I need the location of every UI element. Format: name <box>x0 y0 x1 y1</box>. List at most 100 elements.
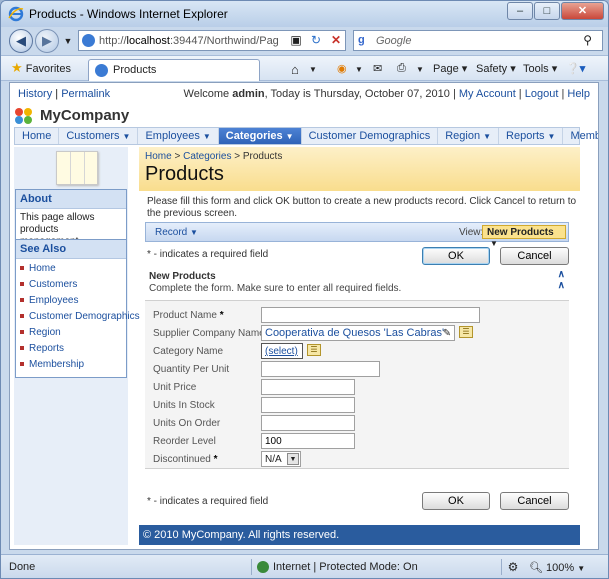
quantity-per-unit-input[interactable] <box>261 361 380 377</box>
home-dropdown-icon[interactable]: ▼ <box>309 65 317 74</box>
menu-item-categories[interactable]: Categories ▼ <box>218 128 302 144</box>
tools-menu[interactable]: Tools ▾ <box>523 62 557 75</box>
address-bar[interactable]: http://localhost:39447/Northwind/Pag <box>78 30 346 51</box>
see-also-link[interactable]: Reports <box>20 341 126 357</box>
collapse-icon[interactable]: ∧ ∧ <box>558 269 565 291</box>
feeds-icon[interactable]: ◉ <box>337 62 347 75</box>
minimize-button[interactable]: – <box>507 2 533 20</box>
back-button[interactable]: ◀ <box>9 29 33 53</box>
ok-button-bottom[interactable]: OK <box>422 492 490 510</box>
top-links-bar: History | Permalink Welcome admin, Today… <box>18 88 590 100</box>
search-box[interactable]: g Google ⚲ <box>353 30 603 51</box>
unit-price-label: Unit Price <box>153 382 197 393</box>
form-instructions: Please fill this form and click OK butto… <box>147 196 577 219</box>
compat-view-icon[interactable]: ▣ <box>288 32 304 48</box>
home-icon[interactable]: ⌂ <box>291 62 299 77</box>
ok-button-top[interactable]: OK <box>422 247 490 265</box>
maximize-button[interactable]: □ <box>534 2 560 20</box>
product-name-input[interactable] <box>261 307 480 323</box>
safety-menu[interactable]: Safety ▾ <box>476 62 516 75</box>
units-on-order-input[interactable] <box>261 415 355 431</box>
see-also-link[interactable]: Home <box>20 261 126 277</box>
view-selector[interactable]: New Products ▼ <box>482 225 566 248</box>
unit-price-input[interactable] <box>261 379 355 395</box>
supplier-lookup[interactable]: Cooperativa de Quesos 'Las Cabras' <box>261 325 455 341</box>
reorder-level-input[interactable]: 100 <box>261 433 355 449</box>
menu-dropdown-icon: ▼ <box>285 132 294 141</box>
stop-icon[interactable]: ✕ <box>328 32 344 48</box>
page-header: Home > Categories > Products Products <box>139 147 580 191</box>
discontinued-select[interactable]: N/A ▼ <box>261 451 301 467</box>
bullet-icon <box>20 314 24 319</box>
search-icon[interactable]: ⚲ <box>583 33 592 47</box>
menu-item-reports[interactable]: Reports ▼ <box>499 128 564 144</box>
favorites-button[interactable]: ★ Favorites <box>11 60 71 76</box>
field-row-quantity: Quantity Per Unit <box>145 361 569 378</box>
menu-item-customer-demographics[interactable]: Customer Demographics <box>302 128 439 144</box>
window-title: Products - Windows Internet Explorer <box>29 7 228 21</box>
my-account-link[interactable]: My Account <box>459 88 516 100</box>
breadcrumb-categories[interactable]: Categories <box>183 151 231 162</box>
breadcrumb: Home > Categories > Products <box>145 151 283 162</box>
history-dropdown-icon[interactable]: ▼ <box>60 33 76 49</box>
feeds-dropdown-icon[interactable]: ▼ <box>355 65 363 74</box>
print-icon[interactable]: ⎙ <box>397 62 406 75</box>
see-also-link[interactable]: Customers <box>20 277 126 293</box>
new-category-icon[interactable]: ☰ <box>307 344 321 356</box>
search-input[interactable]: Google <box>376 35 411 47</box>
see-also-link[interactable]: Region <box>20 325 126 341</box>
mail-icon[interactable]: ✉ <box>373 62 382 75</box>
breadcrumb-home[interactable]: Home <box>145 151 172 162</box>
forward-button[interactable]: ▶ <box>35 29 59 53</box>
menu-item-membership[interactable]: Membership <box>563 128 598 144</box>
menu-dropdown-icon: ▼ <box>122 132 131 141</box>
clear-supplier-icon[interactable]: ✎ <box>441 326 453 342</box>
new-supplier-icon[interactable]: ☰ <box>459 326 473 338</box>
sidebar: About This page allows products manageme… <box>14 147 140 545</box>
page-icon <box>82 34 95 47</box>
security-zone[interactable]: Internet | Protected Mode: On <box>257 561 418 574</box>
permalink-link[interactable]: Permalink <box>61 88 110 100</box>
menu-item-customers[interactable]: Customers ▼ <box>59 128 139 144</box>
menu-item-employees[interactable]: Employees ▼ <box>138 128 219 144</box>
field-row-product-name: Product Name * <box>145 307 569 324</box>
action-bar: Record ▼ View: New Products ▼ <box>145 222 569 248</box>
supplier-label: Supplier Company Name <box>153 328 265 339</box>
tab-products[interactable]: Products <box>88 59 260 81</box>
address-row: ◀ ▶ ▼ http://localhost:39447/Northwind/P… <box>1 27 608 55</box>
cancel-button-top[interactable]: Cancel <box>500 247 569 265</box>
brand[interactable]: MyCompany <box>14 106 214 128</box>
favorites-label: Favorites <box>25 63 71 75</box>
page-menu[interactable]: Page ▾ <box>433 62 467 75</box>
units-in-stock-label: Units In Stock <box>153 400 215 411</box>
see-also-link[interactable]: Membership <box>20 357 126 373</box>
see-also-link[interactable]: Employees <box>20 293 126 309</box>
menu-item-home[interactable]: Home <box>15 128 60 144</box>
history-link[interactable]: History <box>18 88 52 100</box>
protected-mode-icon[interactable]: ⚙ <box>505 559 521 575</box>
units-in-stock-input[interactable] <box>261 397 355 413</box>
record-menu[interactable]: Record ▼ <box>155 227 198 238</box>
zoom-level[interactable]: 🔍︎ 100% ▼ <box>529 561 585 574</box>
close-window-button[interactable]: ✕ <box>561 2 604 20</box>
menu-item-region[interactable]: Region ▼ <box>438 128 500 144</box>
required-note-bottom: * - indicates a required field <box>147 496 269 507</box>
refresh-icon[interactable]: ↻ <box>308 32 324 48</box>
cancel-button-bottom[interactable]: Cancel <box>500 492 569 510</box>
browser-window: Products - Windows Internet Explorer – □… <box>0 0 609 579</box>
menu-dropdown-icon: ▼ <box>202 132 211 141</box>
help-icon[interactable]: ❔▾ <box>566 62 585 75</box>
page-footer: © 2010 MyCompany. All rights reserved. <box>139 525 580 545</box>
print-dropdown-icon[interactable]: ▼ <box>416 65 424 74</box>
required-note-top: * - indicates a required field <box>147 249 269 260</box>
category-lookup[interactable]: (select) <box>261 343 303 359</box>
help-link[interactable]: Help <box>567 88 590 100</box>
discontinued-label: Discontinued * <box>153 454 218 465</box>
google-icon: g <box>358 34 365 46</box>
logout-link[interactable]: Logout <box>525 88 559 100</box>
tab-page-icon <box>95 64 108 77</box>
menu-dropdown-icon: ▼ <box>483 132 492 141</box>
see-also-link[interactable]: Customer Demographics <box>20 309 140 325</box>
see-also-list: Home Customers Employees Customer Demograph… <box>16 259 140 377</box>
company-name: MyCompany <box>40 107 130 124</box>
